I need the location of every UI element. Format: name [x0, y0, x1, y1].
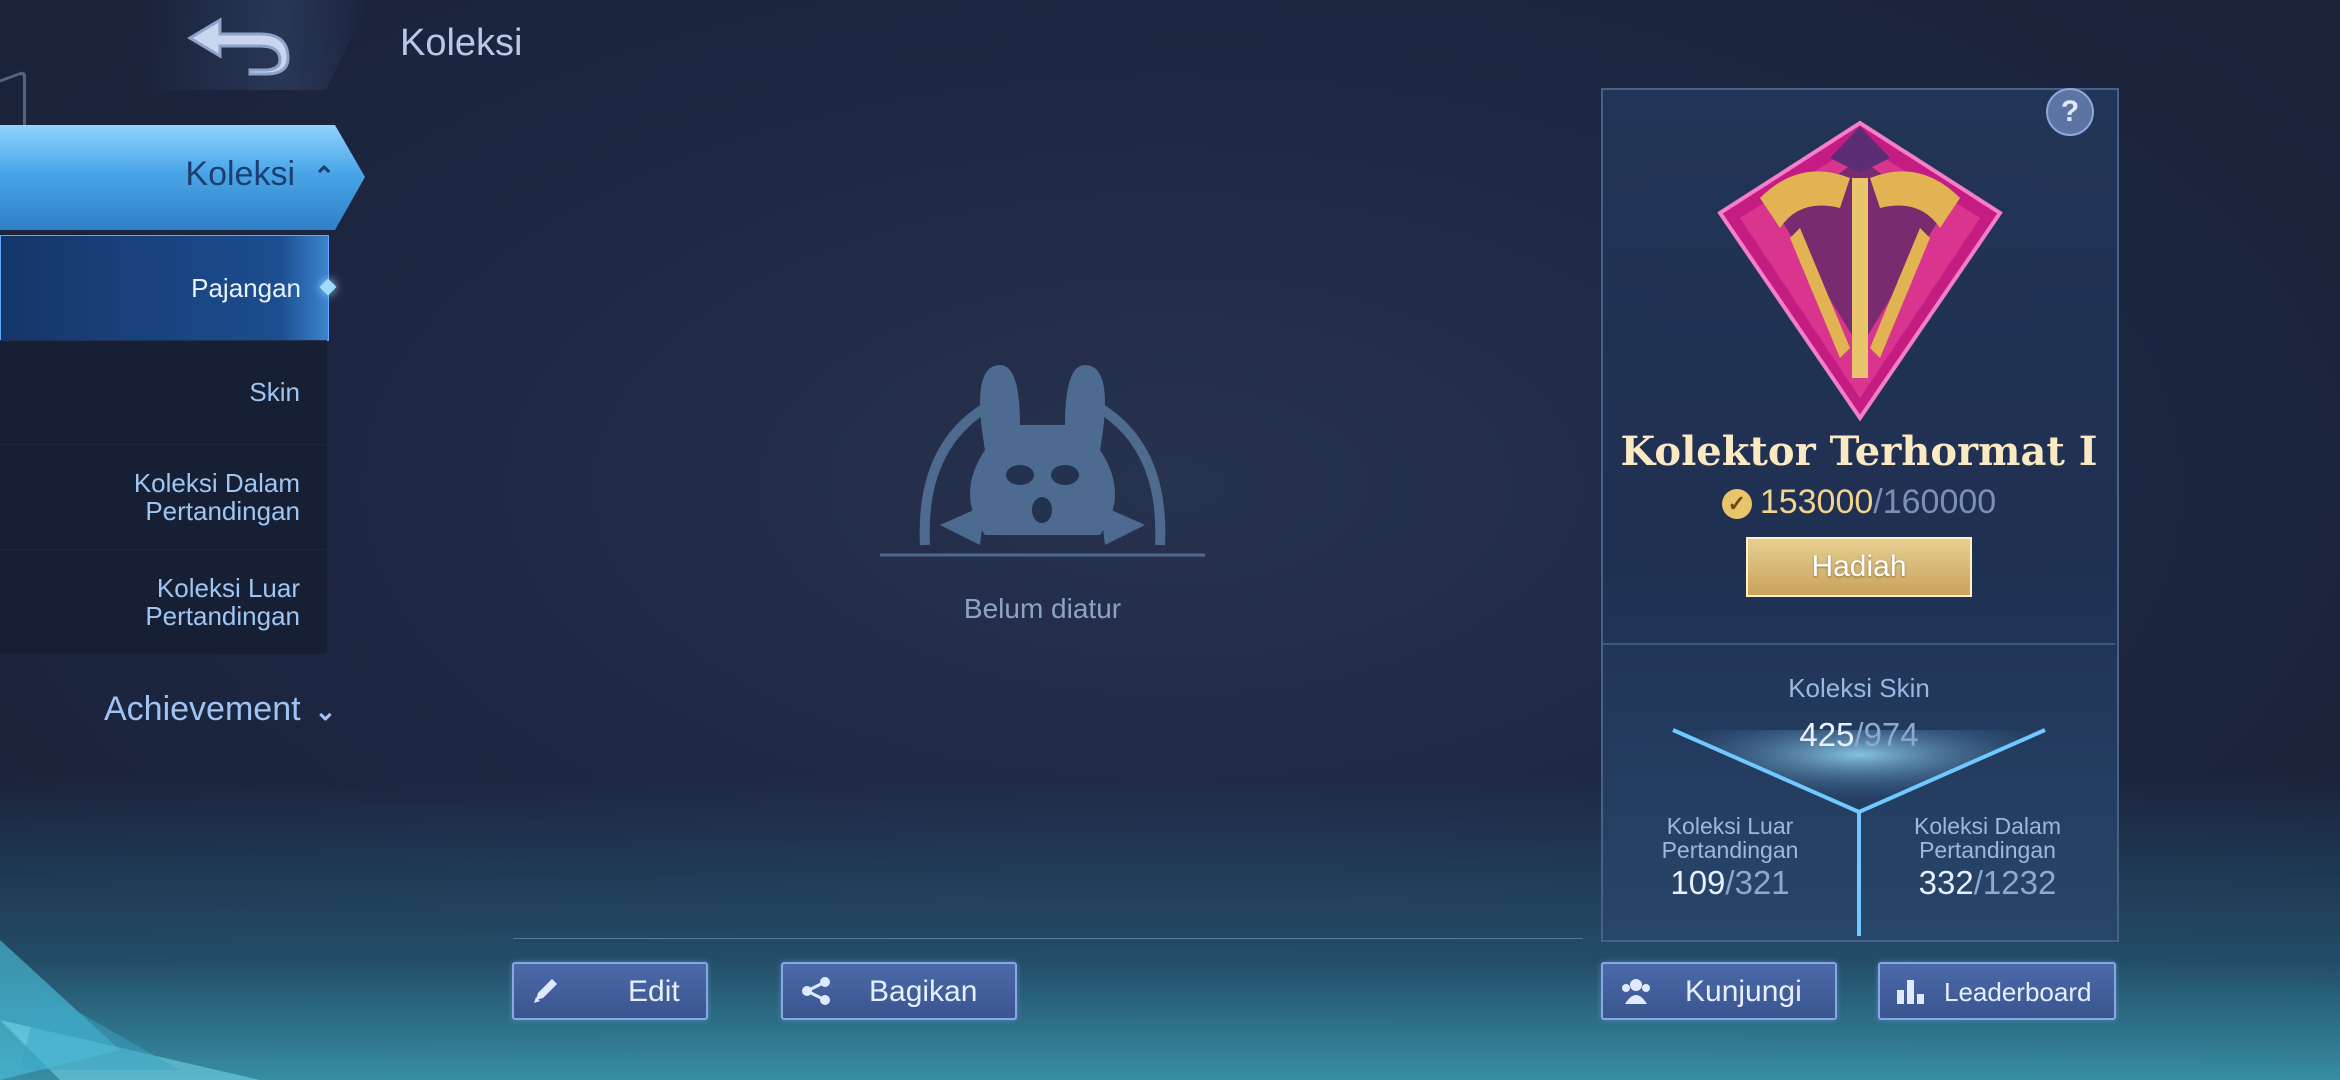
page-title: Koleksi: [400, 22, 523, 64]
active-indicator: [319, 278, 337, 296]
sidebar-subitem-label: Pajangan: [191, 273, 301, 303]
outside-collection-label-line2: Pertandingan: [1661, 837, 1799, 863]
share-icon: [802, 977, 830, 1005]
inside-collection-label-line1: Koleksi Dalam: [1914, 813, 2061, 839]
visit-button[interactable]: Kunjungi: [1601, 962, 1837, 1020]
rank-name: Kolektor Terhormat I: [1620, 428, 2098, 475]
sidebar-item-label: Achievement: [104, 690, 301, 728]
sidebar-item-koleksi[interactable]: Koleksi ⌃: [0, 125, 365, 230]
sidebar-item-achievement[interactable]: Achievement ⌄: [104, 690, 336, 729]
outside-collection-value: 109/321: [1620, 864, 1840, 902]
decorative-shards: [0, 940, 260, 1080]
edit-label: Edit: [628, 975, 680, 1008]
sidebar-subitem-label: Koleksi Luar Pertandingan: [145, 573, 300, 631]
sidebar-item-label: Koleksi: [185, 155, 295, 193]
panel-divider: [1603, 643, 2115, 645]
people-icon: [1622, 979, 1650, 1004]
inside-collection-count: 332: [1918, 864, 1974, 901]
leaderboard-label: Leaderboard: [1944, 977, 2092, 1007]
help-icon[interactable]: ?: [2046, 88, 2094, 136]
skin-collection-count: 425: [1799, 716, 1855, 753]
inside-collection-value: 332/1232: [1875, 864, 2100, 902]
bar-chart-icon: [1897, 980, 1924, 1004]
share-button[interactable]: Bagikan: [781, 962, 1017, 1020]
sidebar-subitem-skin[interactable]: Skin: [0, 340, 327, 445]
back-button[interactable]: [150, 0, 370, 90]
empty-mascot-icon: [880, 365, 1205, 557]
points-current: 153000: [1759, 483, 1874, 521]
skin-collection-label: Koleksi Skin: [1788, 673, 1930, 703]
pencil-icon: [534, 979, 557, 1003]
leaderboard-button[interactable]: Leaderboard: [1878, 962, 2116, 1020]
reward-button[interactable]: Hadiah: [1746, 537, 1972, 597]
chevron-down-icon: ⌄: [314, 696, 337, 726]
collector-rank-badge-icon: [1717, 120, 2003, 422]
divider: [513, 938, 1583, 939]
inside-collection-label-line2: Pertandingan: [1919, 837, 2056, 863]
sidebar-subitem-label: Skin: [249, 377, 300, 407]
empty-showcase: Belum diatur: [880, 355, 1205, 635]
inside-collection-label: Koleksi Dalam Pertandingan: [1875, 814, 2100, 862]
rank-points: ✓ 153000/160000: [1601, 483, 2117, 522]
outside-collection-total: /321: [1725, 864, 1790, 901]
outside-collection-count: 109: [1670, 864, 1726, 901]
skin-collection-total: /974: [1854, 716, 1919, 753]
visit-label: Kunjungi: [1685, 975, 1802, 1008]
share-label: Bagikan: [869, 975, 978, 1008]
sidebar-subitem-label: Koleksi Dalam Pertandingan: [133, 468, 300, 526]
empty-text: Belum diatur: [963, 593, 1122, 624]
chevron-up-icon: ⌃: [313, 161, 335, 191]
coin-icon: ✓: [1721, 489, 1752, 520]
back-arrow-icon: [187, 17, 290, 76]
skin-collection-value: 425/974: [1603, 716, 2115, 754]
outside-collection-label-line1: Koleksi Luar: [1666, 813, 1794, 839]
sidebar-subitem-koleksi-luar[interactable]: Koleksi Luar Pertandingan: [0, 550, 327, 655]
points-max: /160000: [1873, 483, 1997, 521]
sidebar-subitem-pajangan[interactable]: Pajangan: [0, 235, 337, 341]
outside-collection-label: Koleksi Luar Pertandingan: [1620, 814, 1840, 862]
inside-collection-total: /1232: [1973, 864, 2057, 901]
sidebar-subitem-koleksi-dalam[interactable]: Koleksi Dalam Pertandingan: [0, 445, 327, 550]
edit-button[interactable]: Edit: [512, 962, 708, 1020]
